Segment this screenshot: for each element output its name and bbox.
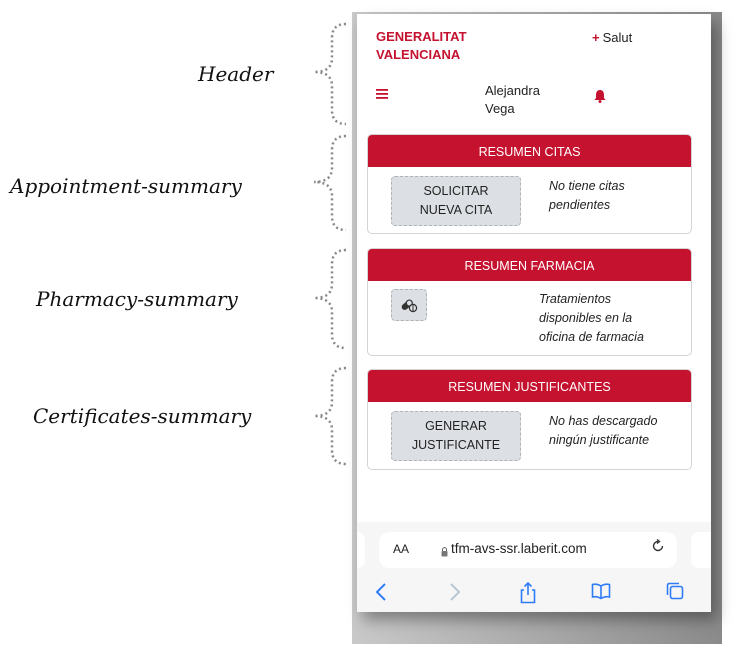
certificates-brace <box>313 366 347 466</box>
pharmacy-summary-card: RESUMEN FARMACIA Tratamientos disponible… <box>367 248 692 356</box>
appointment-note-line2: pendientes <box>549 198 611 212</box>
pharmacy-summary-title: RESUMEN FARMACIA <box>368 249 691 281</box>
pharmacy-note-line3: oficina de farmacia <box>539 330 644 344</box>
pharmacy-status-note: Tratamientos disponibles en la oficina d… <box>539 290 644 347</box>
lock-icon <box>441 544 448 562</box>
forward-icon[interactable] <box>449 582 461 607</box>
user-last-name: Vega <box>485 101 515 116</box>
browser-toolbar <box>357 578 711 612</box>
salut-plus: + <box>592 30 600 45</box>
request-appointment-line1: SOLICITAR <box>423 184 489 198</box>
hamburger-menu-icon[interactable] <box>376 86 388 102</box>
pills-button[interactable] <box>391 289 427 321</box>
annotation-pharmacy-summary: Pharmacy-summary <box>36 287 238 311</box>
tabs-icon[interactable] <box>666 582 684 605</box>
header-brace <box>313 22 347 126</box>
phone-screen: GENERALITAT VALENCIANA + Salut Alejandra … <box>357 14 711 612</box>
generate-certificate-line1: GENERAR <box>425 419 487 433</box>
url-text: tfm-avs-ssr.laberit.com <box>451 541 587 556</box>
appointment-summary-title: RESUMEN CITAS <box>368 135 691 167</box>
previous-tab-pill[interactable] <box>357 532 365 568</box>
reload-icon[interactable] <box>651 538 665 558</box>
generate-certificate-line2: JUSTIFICANTE <box>411 438 501 452</box>
appointment-brace <box>313 134 347 232</box>
appointment-summary-card: RESUMEN CITAS SOLICITAR NUEVA CITA No ti… <box>367 134 692 234</box>
appointment-status-note: No tiene citas pendientes <box>549 177 625 215</box>
salut-label: Salut <box>602 30 633 45</box>
certificates-summary-card: RESUMEN JUSTIFICANTES GENERAR JUSTIFICAN… <box>367 369 692 470</box>
share-icon[interactable] <box>520 581 536 609</box>
browser-address-bar: AA tfm-avs-ssr.laberit.com <box>357 522 711 578</box>
pharmacy-note-line2: disponibles en la <box>539 311 633 325</box>
request-appointment-line2: NUEVA CITA <box>419 203 493 217</box>
pills-icon <box>401 299 418 313</box>
certificates-summary-title: RESUMEN JUSTIFICANTES <box>368 370 691 402</box>
certificates-note-line1: No has descargado <box>549 414 658 428</box>
brand-logo[interactable]: GENERALITAT VALENCIANA <box>376 28 467 64</box>
user-name: Alejandra Vega <box>485 82 540 118</box>
annotation-certificates-summary: Certificates-summary <box>33 404 252 428</box>
bookmarks-icon[interactable] <box>591 582 611 605</box>
brand-line2: VALENCIANA <box>376 47 461 62</box>
back-icon[interactable] <box>375 582 387 607</box>
pharmacy-brace <box>313 248 347 350</box>
next-tab-pill[interactable] <box>691 532 711 568</box>
salut-logo[interactable]: + Salut <box>592 30 632 45</box>
annotation-header: Header <box>198 62 274 86</box>
user-first-name: Alejandra <box>485 83 540 98</box>
appointment-note-line1: No tiene citas <box>549 179 625 193</box>
brand-line1: GENERALITAT <box>376 29 467 44</box>
certificates-note-line2: ningún justificante <box>549 433 650 447</box>
generate-certificate-button[interactable]: GENERAR JUSTIFICANTE <box>391 411 521 461</box>
bell-icon[interactable] <box>594 89 606 108</box>
annotation-appointment-summary: Appointment-summary <box>10 174 242 198</box>
request-appointment-button[interactable]: SOLICITAR NUEVA CITA <box>391 176 521 226</box>
certificates-status-note: No has descargado ningún justificante <box>549 412 657 450</box>
text-size-button[interactable]: AA <box>393 542 409 556</box>
pharmacy-note-line1: Tratamientos <box>539 292 612 306</box>
url-field[interactable]: AA tfm-avs-ssr.laberit.com <box>379 532 677 568</box>
